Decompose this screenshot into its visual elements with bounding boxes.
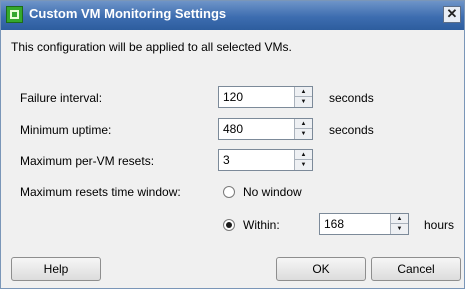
vm-monitoring-icon — [6, 6, 23, 23]
dialog-title: Custom VM Monitoring Settings — [29, 6, 227, 21]
max-resets-label: Maximum per-VM resets: — [20, 154, 155, 168]
failure-interval-value[interactable]: 120 — [223, 90, 243, 104]
minimum-uptime-label: Minimum uptime: — [20, 123, 112, 137]
spin-up-icon[interactable]: ▲ — [295, 150, 312, 160]
info-text: This configuration will be applied to al… — [11, 40, 292, 54]
within-radio[interactable] — [223, 219, 235, 231]
minimum-uptime-unit: seconds — [329, 123, 374, 137]
spin-down-icon[interactable]: ▼ — [391, 224, 408, 234]
no-window-option-label[interactable]: No window — [243, 185, 302, 199]
close-button[interactable]: ✕ — [443, 6, 461, 23]
within-hours-value[interactable]: 168 — [324, 217, 344, 231]
no-window-radio[interactable] — [223, 186, 235, 198]
within-option-label[interactable]: Within: — [243, 218, 280, 232]
failure-interval-stepper[interactable]: 120 ▲ ▼ — [218, 86, 313, 108]
spin-down-icon[interactable]: ▼ — [295, 160, 312, 170]
spin-down-icon[interactable]: ▼ — [295, 97, 312, 107]
spin-up-icon[interactable]: ▲ — [295, 119, 312, 129]
failure-interval-label: Failure interval: — [20, 91, 103, 105]
spin-up-icon[interactable]: ▲ — [295, 87, 312, 97]
radio-selected-dot — [226, 222, 232, 228]
within-hours-stepper[interactable]: 168 ▲ ▼ — [319, 213, 409, 235]
cancel-button[interactable]: Cancel — [371, 257, 461, 281]
max-resets-value[interactable]: 3 — [223, 153, 230, 167]
help-button[interactable]: Help — [11, 257, 101, 281]
minimum-uptime-value[interactable]: 480 — [223, 122, 243, 136]
minimum-uptime-stepper[interactable]: 480 ▲ ▼ — [218, 118, 313, 140]
close-icon: ✕ — [446, 6, 458, 21]
ok-button[interactable]: OK — [276, 257, 366, 281]
custom-vm-monitoring-dialog: Custom VM Monitoring Settings ✕ This con… — [0, 0, 465, 289]
reset-window-label: Maximum resets time window: — [20, 185, 181, 199]
within-hours-unit: hours — [424, 218, 455, 232]
title-bar[interactable]: Custom VM Monitoring Settings ✕ — [1, 1, 464, 30]
spin-up-icon[interactable]: ▲ — [391, 214, 408, 224]
failure-interval-unit: seconds — [329, 91, 374, 105]
spin-down-icon[interactable]: ▼ — [295, 129, 312, 139]
max-resets-stepper[interactable]: 3 ▲ ▼ — [218, 149, 313, 171]
